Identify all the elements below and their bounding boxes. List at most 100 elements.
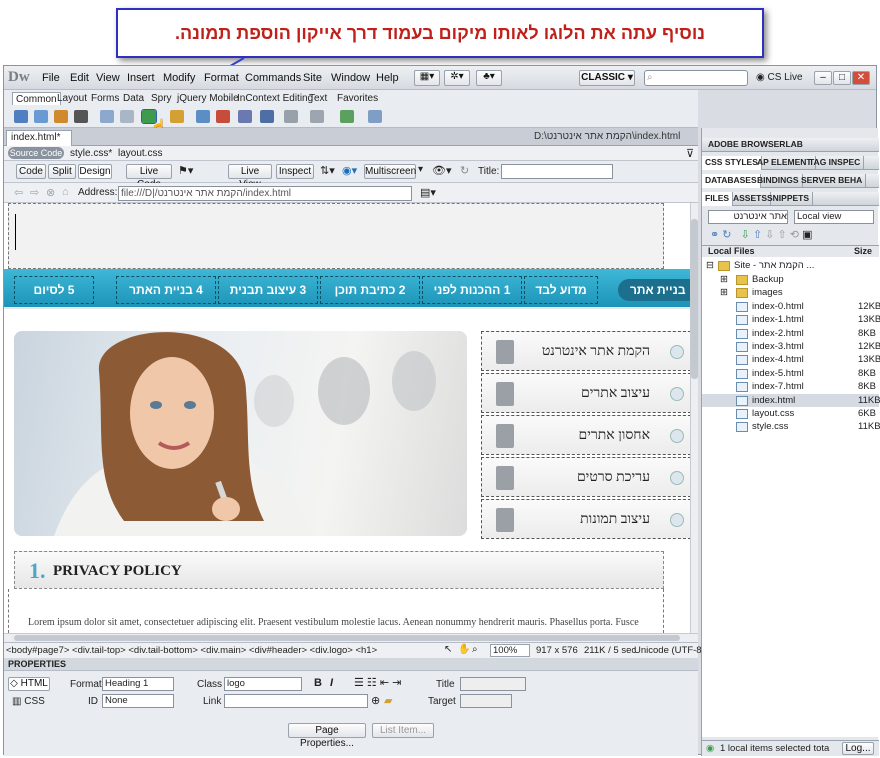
col-local-files[interactable]: Local Files	[708, 246, 755, 257]
header-logo-area[interactable]	[8, 203, 664, 269]
cs-live-button[interactable]: ◉ CS Live	[756, 72, 803, 83]
tab-layout[interactable]: Layout	[54, 92, 90, 105]
multiscreen-dropdown-icon[interactable]: ▾	[418, 164, 423, 175]
head-icon[interactable]	[260, 110, 274, 123]
refresh-files-icon[interactable]: ↻	[722, 229, 731, 241]
preview-browser-icon[interactable]: ◉▾	[342, 164, 357, 177]
file-row[interactable]: index-1.html 13KB	[702, 313, 880, 326]
properties-header[interactable]: PROPERTIES	[4, 658, 698, 671]
home-icon[interactable]: ⌂	[62, 186, 69, 198]
nav-item-active[interactable]: בניית אתר	[618, 279, 690, 301]
nav-item-content[interactable]: 2 כתיבת תוכן	[320, 276, 420, 304]
put-files-icon[interactable]: ⇧	[753, 229, 762, 241]
tab-forms[interactable]: Forms	[88, 92, 122, 105]
menu-window[interactable]: Window	[331, 72, 370, 84]
file-row[interactable]: index-7.html 8KB	[702, 380, 879, 393]
expand-icon[interactable]: ▣	[802, 229, 812, 241]
vertical-scrollbar[interactable]	[690, 203, 698, 633]
collapse-icon[interactable]: ⊟	[706, 259, 714, 272]
nav-item-why[interactable]: מדוע לבד	[524, 276, 598, 304]
tab-snippets[interactable]: SNIPPETS	[764, 192, 814, 206]
bold-button[interactable]: B	[314, 677, 322, 689]
tab-server-behaviors[interactable]: SERVER BEHA	[798, 174, 867, 188]
files-toolbar[interactable]: ⚭ ↻ ⇩ ⇧ ⇩ ⇧ ⟲ ▣	[710, 228, 812, 241]
visual-aids-icon[interactable]: 👁▾	[432, 164, 452, 177]
tag-chooser-icon[interactable]	[340, 110, 354, 123]
menu-site[interactable]: Site	[303, 72, 322, 84]
format-select[interactable]: Heading 1	[102, 677, 174, 691]
site-root-row[interactable]: ⊟ Site - הקמת אתר ...	[702, 259, 879, 272]
col-size[interactable]: Size	[854, 246, 872, 257]
expand-icon[interactable]: ⊞	[720, 273, 728, 286]
filter-icon[interactable]: ⊽	[686, 147, 694, 160]
expand-icon[interactable]: ⊞	[720, 286, 728, 299]
select-tool-icon[interactable]: ↖	[444, 644, 452, 655]
tab-incontext-editing[interactable]: InContext Editing	[234, 92, 316, 105]
email-link-icon[interactable]	[34, 110, 48, 123]
code-view-button[interactable]: Code	[16, 164, 46, 179]
compatibility-icon[interactable]: ⚑▾	[178, 164, 193, 177]
view-select[interactable]: Local view	[794, 210, 874, 224]
service-item-design[interactable]: עיצוב אתרים	[481, 373, 690, 413]
nav-item-build[interactable]: 4 בניית האתר	[116, 276, 216, 304]
connect-icon[interactable]: ⚭	[710, 229, 719, 241]
tab-files[interactable]: FILES	[702, 192, 734, 206]
templates-icon[interactable]	[310, 110, 324, 123]
menu-file[interactable]: File	[42, 72, 60, 84]
source-code-pill[interactable]: Source Code	[8, 147, 64, 159]
file-row[interactable]: index-4.html 13KB	[702, 353, 880, 366]
table-icon[interactable]	[100, 110, 114, 123]
document-tab[interactable]: index.html* ✕	[6, 130, 72, 157]
menu-help[interactable]: Help	[376, 72, 399, 84]
horizontal-scrollbar[interactable]	[4, 633, 698, 642]
file-row[interactable]: index-2.html 8KB	[702, 327, 879, 340]
italic-button[interactable]: I	[330, 677, 333, 689]
checkin-icon[interactable]: ⇧	[778, 229, 787, 241]
list-item-button[interactable]: List Item...	[372, 723, 434, 738]
hyperlink-icon[interactable]	[14, 110, 28, 123]
html-mode-button[interactable]: ◇ HTML	[8, 677, 50, 691]
file-row[interactable]: index.html 11KB	[702, 393, 880, 407]
help-search-input[interactable]: ⌕	[644, 70, 748, 86]
title-input[interactable]	[501, 164, 613, 179]
minimize-button[interactable]: –	[814, 71, 832, 85]
target-select[interactable]	[460, 694, 512, 708]
server-include-icon[interactable]	[216, 110, 230, 123]
css-mode-button[interactable]: ▥ CSS	[12, 696, 45, 707]
tab-tag-inspector[interactable]: TAG INSPEC	[806, 156, 865, 170]
menu-commands[interactable]: Commands	[245, 72, 301, 84]
script-icon[interactable]	[284, 110, 298, 123]
tag-selector[interactable]: <body#page7> <div.tail-top> <div.tail-bo…	[6, 645, 377, 656]
log-button[interactable]: Log...	[842, 742, 874, 755]
refresh-icon[interactable]: ↻	[460, 164, 469, 177]
point-to-file-icon[interactable]: ⊕	[371, 694, 380, 707]
tab-databases[interactable]: DATABASES	[702, 174, 761, 188]
menu-edit[interactable]: Edit	[70, 72, 89, 84]
back-icon[interactable]: ⇦	[14, 186, 23, 199]
close-button[interactable]: ✕	[852, 71, 870, 85]
stop-icon[interactable]: ⊗	[46, 186, 55, 199]
related-file-style[interactable]: style.css*	[70, 148, 112, 159]
related-file-layout[interactable]: layout.css	[118, 148, 162, 159]
menu-view[interactable]: View	[96, 72, 120, 84]
menu-modify[interactable]: Modify	[163, 72, 195, 84]
forward-icon[interactable]: ⇨	[30, 186, 39, 199]
file-row[interactable]: index-0.html 12KB	[702, 300, 880, 313]
file-row[interactable]: style.css 11KB	[702, 420, 880, 433]
tab-bindings[interactable]: BINDINGS	[754, 174, 803, 188]
file-row[interactable]: index-5.html 8KB	[702, 367, 879, 380]
service-item-website[interactable]: הקמת אתר אינטרנט	[481, 331, 690, 371]
get-files-icon[interactable]: ⇩	[741, 229, 750, 241]
service-item-video[interactable]: עריכת סרטים	[481, 457, 690, 497]
nav-item-template[interactable]: 3 עיצוב תבנית	[218, 276, 318, 304]
extend-icon[interactable]: ✲▾	[444, 70, 470, 86]
live-code-button[interactable]: Live Code	[126, 164, 172, 190]
sync-icon[interactable]: ⟲	[790, 229, 799, 241]
live-options-icon[interactable]: ⇅▾	[320, 164, 335, 177]
site-select[interactable]: אתר אינטרנט	[708, 210, 788, 224]
file-row[interactable]: layout.css 6KB	[702, 407, 879, 420]
live-view-button[interactable]: Live View	[228, 164, 272, 190]
workspace-switcher[interactable]: CLASSIC ▾	[579, 70, 635, 86]
id-select[interactable]: None	[102, 694, 174, 708]
maximize-button[interactable]: □	[833, 71, 851, 85]
